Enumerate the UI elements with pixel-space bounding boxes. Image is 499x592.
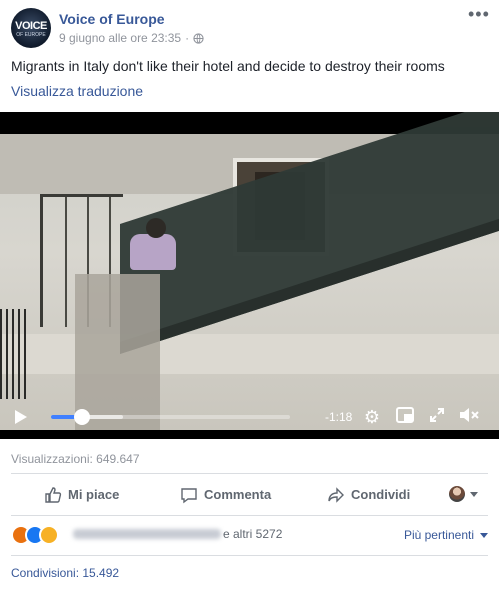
settings-gear-icon[interactable]: ⚙ — [361, 406, 383, 428]
chevron-down-icon[interactable] — [470, 492, 478, 497]
volume-muted-icon[interactable] — [458, 406, 480, 428]
share-arrow-icon — [328, 486, 344, 503]
comment-icon — [181, 487, 197, 503]
page-avatar[interactable]: VOICE OF EUROPE — [11, 8, 51, 48]
comment-label: Commenta — [204, 487, 272, 502]
post-meta: 9 giugno alle ore 23:35 · — [59, 31, 204, 45]
time-remaining: -1:18 — [325, 410, 353, 424]
post-timestamp[interactable]: 9 giugno alle ore 23:35 — [59, 31, 181, 45]
action-bar: Mi piace Commenta Condividi — [0, 478, 499, 511]
video-person — [108, 218, 178, 278]
comment-sort-dropdown[interactable]: Più pertinenti — [404, 528, 488, 542]
post-caption: Migrants in Italy don't like their hotel… — [11, 58, 445, 74]
wow-reaction-icon[interactable] — [39, 525, 59, 545]
like-label: Mi piace — [68, 487, 120, 502]
share-label: Condividi — [351, 487, 411, 502]
video-frame — [0, 112, 499, 430]
picture-in-picture-icon[interactable] — [394, 406, 416, 428]
viewer-avatar[interactable] — [449, 486, 465, 502]
seek-handle[interactable] — [74, 409, 91, 425]
more-options-icon[interactable]: ••• — [468, 5, 489, 24]
reaction-count[interactable]: e altri 5272 — [223, 527, 282, 541]
avatar-logo-subtext: OF EUROPE — [16, 32, 46, 38]
meta-separator: · — [185, 31, 190, 45]
translate-link[interactable]: Visualizza traduzione — [11, 83, 143, 99]
divider — [11, 555, 488, 556]
chevron-down-icon — [480, 532, 488, 538]
video-player[interactable]: -1:18 ⚙ — [0, 112, 499, 439]
fullscreen-icon[interactable] — [426, 406, 448, 428]
share-button[interactable]: Condividi — [327, 478, 410, 511]
divider — [11, 515, 488, 516]
reactions-row: e altri 5272 Più pertinenti — [11, 525, 488, 545]
globe-icon[interactable] — [193, 32, 204, 44]
seek-bar[interactable] — [51, 409, 290, 425]
comment-button[interactable]: Commenta — [180, 478, 271, 511]
sort-label: Più pertinenti — [403, 528, 474, 542]
share-count[interactable]: Condivisioni: 15.492 — [11, 566, 119, 580]
video-left-railing — [0, 309, 30, 399]
avatar-logo-text: VOICE — [15, 20, 47, 32]
blurred-reactor-names — [73, 529, 221, 539]
post-header: VOICE OF EUROPE Voice of Europe 9 giugno… — [0, 0, 499, 56]
play-icon[interactable] — [15, 410, 27, 424]
view-count: Visualizzazioni: 649.647 — [11, 452, 140, 466]
like-button[interactable]: Mi piace — [44, 478, 119, 511]
thumbs-up-icon — [45, 486, 62, 503]
video-controls: -1:18 ⚙ — [0, 400, 499, 434]
page-name-link[interactable]: Voice of Europe — [59, 11, 165, 27]
divider — [11, 473, 488, 474]
